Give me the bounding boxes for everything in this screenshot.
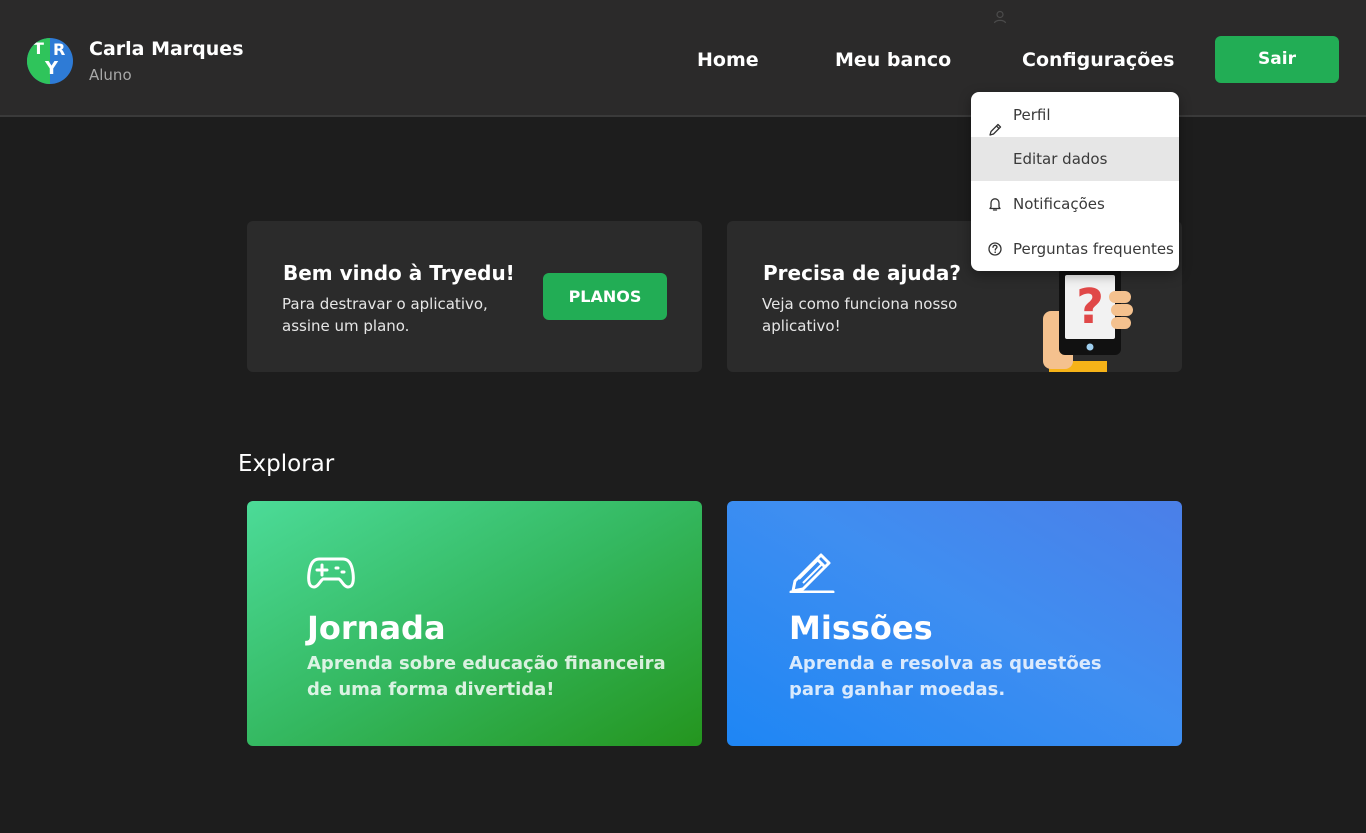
settings-dropdown-menu: Perfil Editar dados Notificações Pergunt… <box>971 92 1179 271</box>
missions-title: Missões <box>789 609 933 647</box>
welcome-text: Para destravar o aplicativo, assine um p… <box>282 295 488 335</box>
question-circle-icon <box>988 242 1002 256</box>
svg-text:?: ? <box>1076 279 1104 335</box>
logo-letter-t: T <box>33 39 44 58</box>
nav-home-link[interactable]: Home <box>697 49 759 71</box>
user-name: Carla Marques <box>89 38 244 60</box>
logo-letter-y: Y <box>45 58 59 79</box>
missions-card[interactable]: Missões Aprenda e resolva as questões pa… <box>727 501 1182 746</box>
menu-item-profile[interactable]: Perfil <box>971 92 1179 136</box>
journey-title: Jornada <box>307 609 446 647</box>
nav-bank-link[interactable]: Meu banco <box>835 49 951 71</box>
menu-item-label: Perfil <box>1013 106 1051 124</box>
edit-pencil-icon <box>789 553 835 593</box>
welcome-card: Bem vindo à Tryedu! Para destravar o apl… <box>247 221 702 372</box>
menu-item-label: Editar dados <box>1013 150 1108 168</box>
tryedu-logo[interactable]: T R Y <box>27 38 73 84</box>
missions-text: Aprenda e resolva as questões para ganha… <box>789 653 1102 700</box>
menu-item-faq[interactable]: Perguntas frequentes <box>971 227 1179 271</box>
journey-text: Aprenda sobre educação financeira de uma… <box>307 653 666 700</box>
logo-letter-r: R <box>53 40 66 59</box>
welcome-title: Bem vindo à Tryedu! <box>283 261 515 285</box>
explore-title: Explorar <box>238 451 335 477</box>
pencil-icon <box>989 123 1002 136</box>
plans-button[interactable]: PLANOS <box>543 273 667 320</box>
phone-question-icon: ? <box>1043 267 1133 372</box>
journey-card[interactable]: Jornada Aprenda sobre educação financeir… <box>247 501 702 746</box>
user-icon <box>993 10 1007 24</box>
nav-config-link[interactable]: Configurações <box>1022 49 1174 71</box>
bell-icon <box>989 198 1001 211</box>
gamepad-icon <box>307 557 355 589</box>
menu-item-edit-data[interactable]: Editar dados <box>971 137 1179 181</box>
help-text: Veja como funciona nosso aplicativo! <box>762 295 958 335</box>
menu-item-label: Notificações <box>1013 195 1105 213</box>
menu-item-label: Perguntas frequentes <box>1013 240 1174 258</box>
logout-button[interactable]: Sair <box>1215 36 1339 83</box>
user-role: Aluno <box>89 66 132 84</box>
menu-item-notifications[interactable]: Notificações <box>971 182 1179 226</box>
help-title: Precisa de ajuda? <box>763 261 962 285</box>
